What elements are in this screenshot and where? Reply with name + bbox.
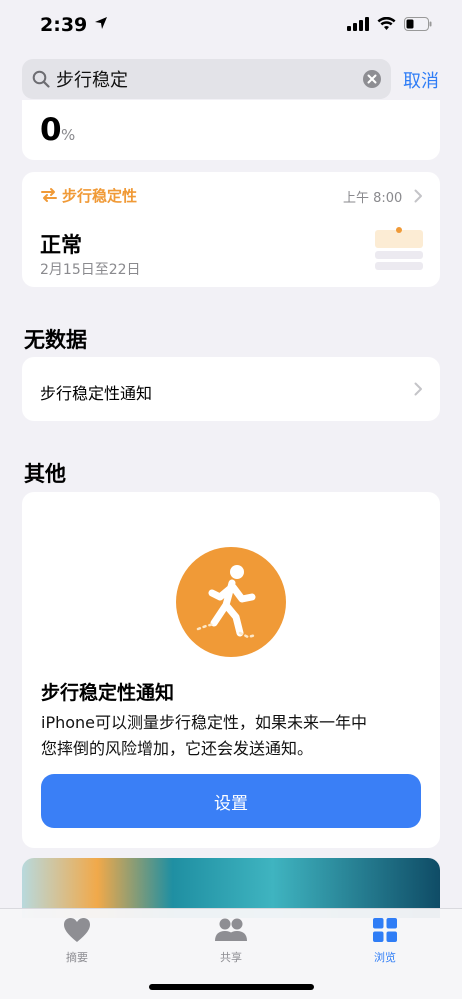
summary-value: 0 <box>40 112 62 148</box>
metric-value: 正常 <box>40 233 82 257</box>
summary-card[interactable] <box>22 100 440 160</box>
cancel-button[interactable]: 取消 <box>403 67 439 93</box>
tab-summary-label: 摘要 <box>66 951 88 964</box>
metric-title: 步行稳定性 <box>62 187 138 205</box>
wifi-icon <box>377 17 396 30</box>
search-query: 步行稳定 <box>56 70 128 91</box>
status-time: 2:39 <box>40 14 108 36</box>
heart-icon <box>64 918 90 942</box>
summary-unit: % <box>61 126 76 144</box>
other-heading: 其他 <box>24 462 66 486</box>
info-card-description-line: 您摔倒的风险增加，它还会发送通知。 <box>41 739 314 758</box>
setup-button[interactable]: 设置 <box>41 774 421 828</box>
steadiness-notification-label: 步行稳定性通知 <box>40 384 153 403</box>
steadiness-arrows-icon <box>41 188 57 202</box>
metric-date-range: 2月15日至22日 <box>40 262 141 278</box>
status-indicators <box>347 17 432 31</box>
search-field[interactable]: 步行稳定 <box>22 59 391 99</box>
location-arrow-icon <box>94 17 107 29</box>
metric-time: 上午 8:00 <box>343 191 403 206</box>
tab-summary[interactable]: 摘要 <box>42 917 112 965</box>
chevron-right-icon <box>414 189 422 203</box>
people-icon <box>215 918 247 941</box>
battery-icon <box>404 17 432 31</box>
tab-sharing[interactable]: 共享 <box>196 917 266 965</box>
tab-browse-label: 浏览 <box>374 951 396 964</box>
tab-browse[interactable]: 浏览 <box>350 917 420 965</box>
grid-icon <box>373 918 397 942</box>
chevron-right-icon <box>414 382 422 396</box>
walking-person-icon <box>176 547 286 657</box>
clear-search-icon[interactable] <box>362 69 382 89</box>
home-indicator <box>149 984 314 990</box>
tab-sharing-label: 共享 <box>220 951 242 964</box>
info-card-title: 步行稳定性通知 <box>41 682 175 704</box>
info-card-description: iPhone可以测量步行稳定性，如果未来一年中 您摔倒的风险增加，它还会发送通知… <box>41 710 431 762</box>
search-icon <box>32 70 50 88</box>
info-card-description-line: iPhone可以测量步行稳定性，如果未来一年中 <box>41 713 368 732</box>
no-data-heading: 无数据 <box>24 328 87 352</box>
steadiness-chart-thumbnail <box>375 227 423 270</box>
cellular-signal-icon <box>347 17 369 31</box>
